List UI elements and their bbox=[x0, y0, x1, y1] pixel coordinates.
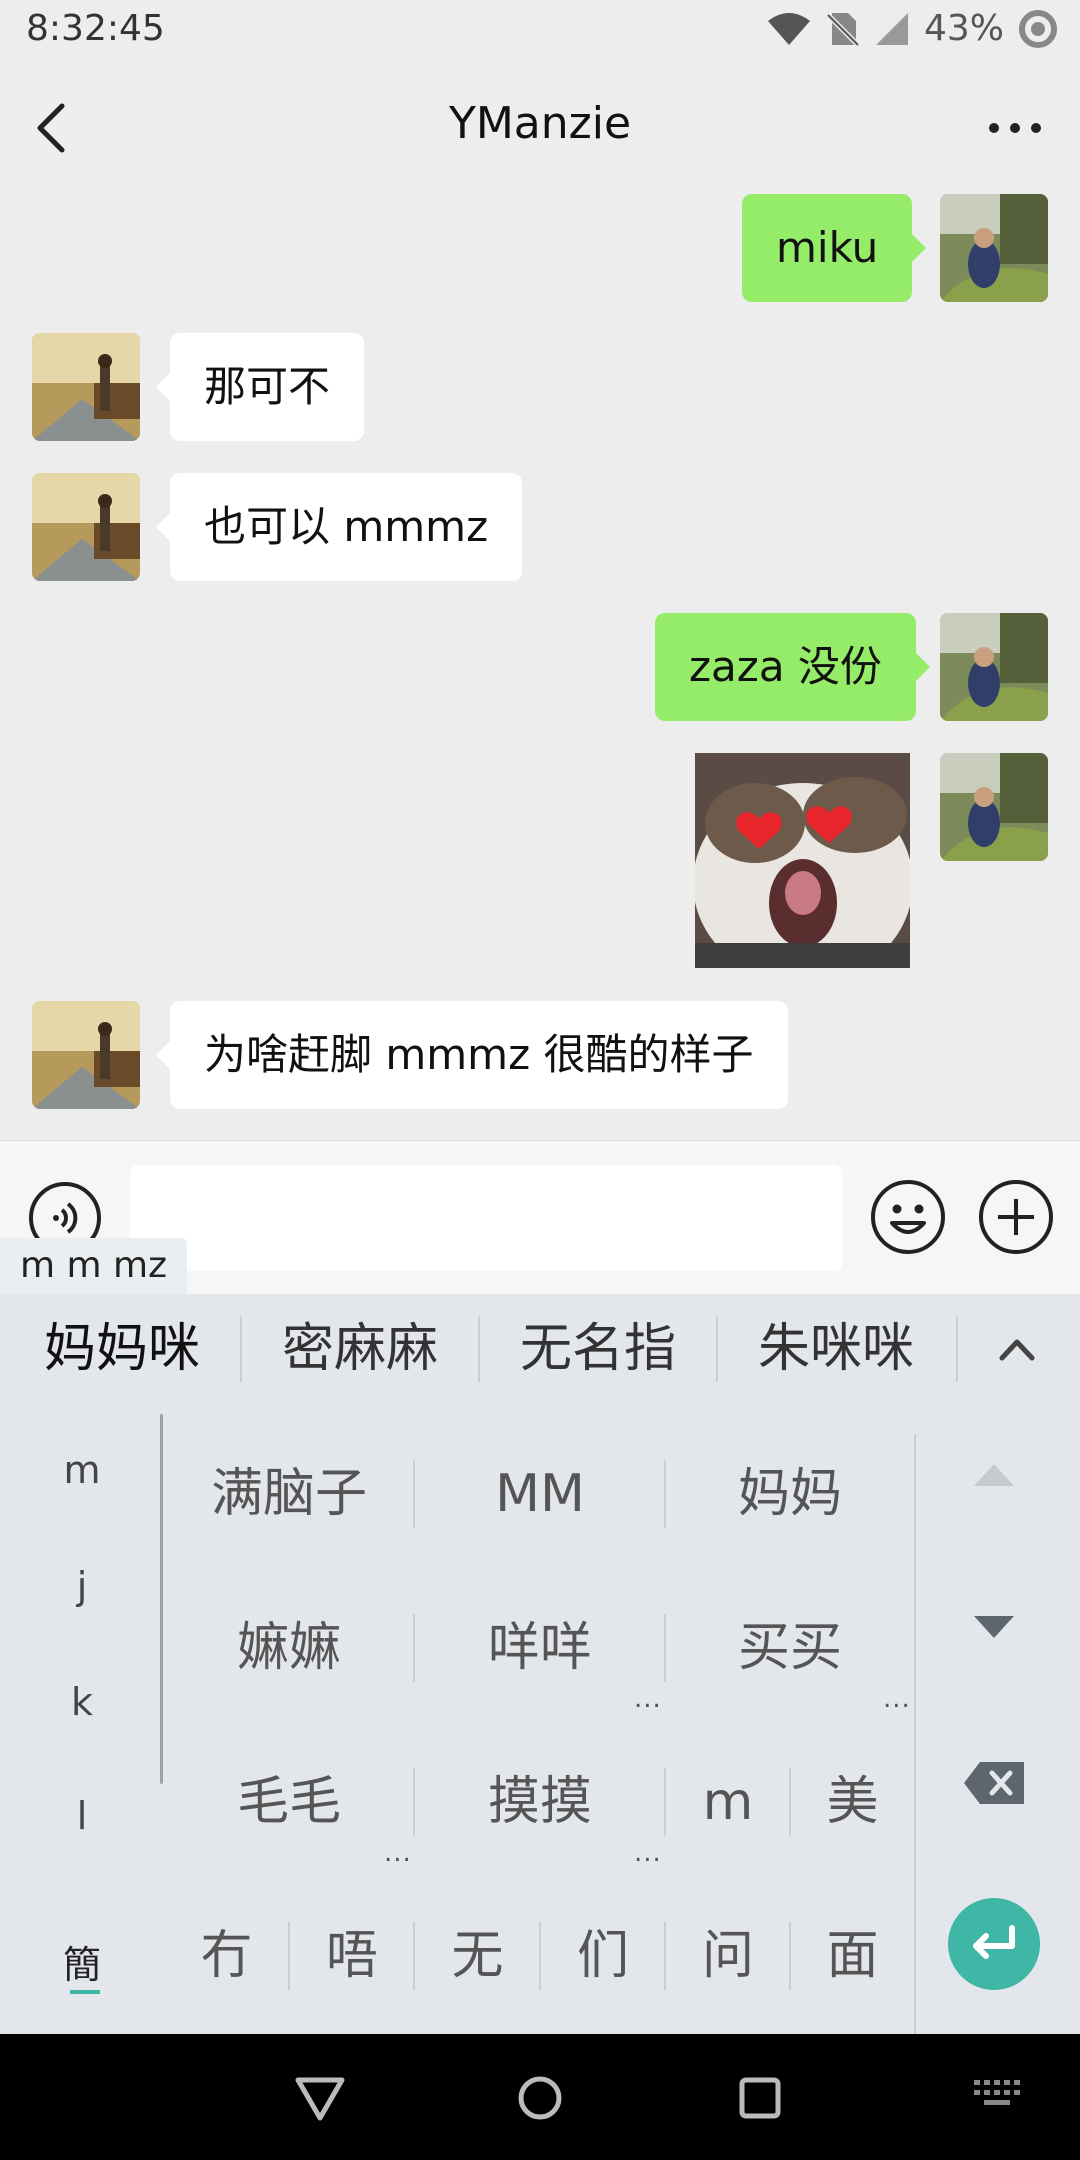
pinyin-option[interactable]: m bbox=[0, 1448, 164, 1492]
ime-keyboard: 妈妈咪 密麻麻 无名指 朱咪咪 m j k l 簡 满脑子 MM 妈妈 嫲嫲 咩… bbox=[0, 1294, 1080, 2034]
candidate-key[interactable]: 冇 bbox=[164, 1906, 289, 2006]
page-down-icon[interactable] bbox=[972, 1612, 1016, 1646]
candidate-key[interactable]: 们 bbox=[541, 1906, 665, 2006]
candidate-word[interactable]: 密麻麻 bbox=[260, 1294, 460, 1404]
candidate-key[interactable]: 买买 bbox=[666, 1598, 914, 1698]
pinyin-option[interactable]: k bbox=[0, 1680, 164, 1724]
candidate-key[interactable]: 摸摸 bbox=[415, 1752, 665, 1852]
page-up-icon[interactable] bbox=[972, 1460, 1016, 1494]
signal-icon bbox=[874, 11, 910, 47]
ime-composition-text: m m mz bbox=[0, 1238, 187, 1294]
message-bubble-received[interactable]: 为啥赶脚 mmmz 很酷的样子 bbox=[156, 1001, 788, 1109]
candidate-key[interactable]: 美 bbox=[791, 1752, 914, 1852]
battery-icon bbox=[1018, 9, 1058, 49]
no-sim-icon bbox=[826, 11, 860, 47]
chat-messages[interactable]: miku 那可不 也可以 mmmz zaza 没份 为啥赶脚 mmmz 很酷的样… bbox=[0, 192, 1080, 1140]
back-nav-icon[interactable] bbox=[290, 2068, 350, 2128]
chevron-up-icon[interactable] bbox=[992, 1326, 1042, 1372]
backspace-icon[interactable] bbox=[962, 1760, 1026, 1810]
candidate-key[interactable]: 唔 bbox=[290, 1906, 414, 2006]
home-nav-icon[interactable] bbox=[510, 2068, 570, 2128]
more-indicator: ... bbox=[634, 1684, 662, 1714]
more-indicator: ... bbox=[634, 1838, 662, 1868]
candidate-key[interactable]: 妈妈 bbox=[666, 1444, 914, 1544]
message-bubble-sent[interactable]: miku bbox=[742, 194, 927, 302]
candidate-word[interactable]: 朱咪咪 bbox=[736, 1294, 936, 1404]
candidate-key[interactable]: 面 bbox=[791, 1906, 914, 2006]
my-avatar[interactable] bbox=[940, 194, 1048, 302]
pinyin-option[interactable]: l bbox=[0, 1794, 164, 1838]
candidate-divider bbox=[240, 1316, 242, 1382]
candidate-key[interactable]: 嫲嫲 bbox=[164, 1598, 414, 1698]
contact-avatar[interactable] bbox=[32, 333, 140, 441]
candidate-word[interactable]: 妈妈咪 bbox=[22, 1294, 222, 1404]
chat-title: YManzie bbox=[448, 98, 632, 149]
recents-nav-icon[interactable] bbox=[730, 2068, 790, 2128]
my-avatar[interactable] bbox=[940, 753, 1048, 861]
pinyin-options: m j k l 簡 bbox=[0, 1404, 164, 2034]
message-bubble-received[interactable]: 也可以 mmmz bbox=[155, 473, 523, 581]
scroll-indicator bbox=[160, 1414, 163, 1784]
wifi-icon bbox=[766, 11, 812, 47]
more-indicator: ... bbox=[883, 1684, 911, 1714]
message-bubble-received[interactable]: 那可不 bbox=[155, 333, 365, 441]
keyboard-hide-icon[interactable] bbox=[972, 2076, 1032, 2136]
candidate-key[interactable]: 问 bbox=[666, 1906, 790, 2006]
message-bubble-sent[interactable]: zaza 没份 bbox=[655, 613, 930, 721]
candidate-key[interactable]: 无 bbox=[415, 1906, 540, 2006]
plus-icon[interactable] bbox=[978, 1179, 1054, 1255]
contact-avatar[interactable] bbox=[32, 473, 140, 581]
script-toggle-key[interactable]: 簡 bbox=[0, 1934, 164, 1989]
candidate-divider bbox=[716, 1316, 718, 1382]
status-icons: 43% bbox=[766, 8, 1058, 49]
candidate-key[interactable]: m bbox=[666, 1752, 790, 1852]
more-indicator: ... bbox=[384, 1838, 412, 1868]
status-time: 8:32:45 bbox=[26, 8, 165, 49]
candidate-key[interactable]: 满脑子 bbox=[164, 1444, 414, 1544]
enter-key[interactable] bbox=[948, 1898, 1040, 1990]
candidate-divider bbox=[478, 1316, 480, 1382]
grid-divider bbox=[914, 1434, 916, 2034]
sticker-image[interactable] bbox=[695, 753, 910, 968]
emoji-icon[interactable] bbox=[870, 1179, 946, 1255]
my-avatar[interactable] bbox=[940, 613, 1048, 721]
candidate-word[interactable]: 无名指 bbox=[498, 1294, 698, 1404]
script-toggle-underline bbox=[70, 1990, 100, 1994]
candidate-bar: 妈妈咪 密麻麻 无名指 朱咪咪 bbox=[0, 1294, 1080, 1404]
battery-percent: 43% bbox=[923, 8, 1004, 49]
title-bar: YManzie bbox=[0, 64, 1080, 192]
pinyin-option[interactable]: j bbox=[0, 1564, 164, 1608]
candidate-key[interactable]: MM bbox=[415, 1444, 665, 1544]
navigation-bar bbox=[0, 2034, 1080, 2160]
candidate-key[interactable]: 咩咩 bbox=[415, 1598, 665, 1698]
contact-avatar[interactable] bbox=[32, 1001, 140, 1109]
status-bar: 8:32:45 43% bbox=[0, 0, 1080, 64]
candidate-key[interactable]: 毛毛 bbox=[164, 1752, 414, 1852]
message-input[interactable] bbox=[130, 1165, 842, 1271]
candidate-divider bbox=[956, 1316, 958, 1382]
more-options-icon[interactable] bbox=[980, 110, 1050, 146]
